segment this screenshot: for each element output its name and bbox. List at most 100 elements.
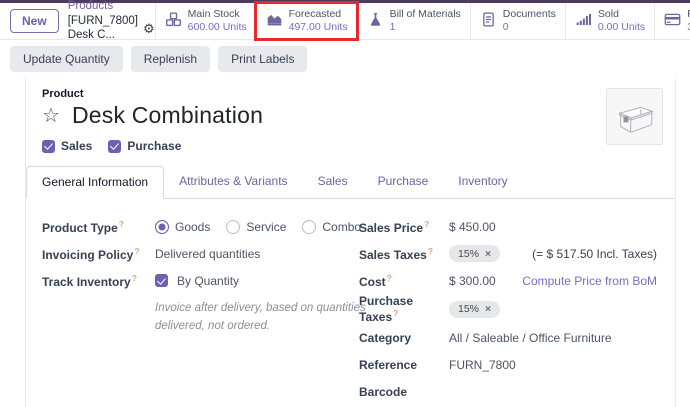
print-labels-button[interactable]: Print Labels xyxy=(218,46,307,72)
stat-main-stock[interactable]: Main Stock 600.00 Units xyxy=(155,3,256,39)
signal-bars-icon xyxy=(575,11,592,31)
invoicing-policy-value[interactable]: Delivered quantities xyxy=(155,247,260,261)
breadcrumb-current: [FURN_7800] Desk C... xyxy=(68,14,138,43)
product-type-row: Product Type? Goods Service Combo xyxy=(42,213,359,240)
help-icon[interactable]: ? xyxy=(428,246,433,256)
replenish-button[interactable]: Replenish xyxy=(131,46,210,72)
product-title[interactable]: Desk Combination xyxy=(72,102,263,129)
stat-label: Forecasted xyxy=(289,8,348,21)
cost-value[interactable]: $ 300.00 xyxy=(449,274,496,288)
help-icon[interactable]: ? xyxy=(119,219,124,229)
help-icon[interactable]: ? xyxy=(393,308,398,318)
purchase-taxes-row: Purchase Taxes? 15%× xyxy=(359,294,659,324)
cost-row: Cost? $ 300.00 Compute Price from BoM xyxy=(359,267,659,294)
reference-value[interactable]: FURN_7800 xyxy=(449,358,516,372)
stat-buttons: Main Stock 600.00 Units Forecasted 497.0… xyxy=(155,3,690,39)
stat-value: 1 xyxy=(390,21,461,34)
radio-dot-icon xyxy=(302,220,316,234)
product-type-label: Product Type? xyxy=(42,219,155,235)
remove-tag-icon[interactable]: × xyxy=(485,248,491,260)
checkbox-checked-icon xyxy=(42,140,55,153)
sales-taxes-label: Sales Taxes? xyxy=(359,246,449,262)
desk-drawing xyxy=(612,94,658,140)
notebook-tabs: General Information Attributes & Variant… xyxy=(26,165,675,199)
update-quantity-button[interactable]: Update Quantity xyxy=(10,46,123,72)
stat-label: Documents xyxy=(503,8,556,21)
purchase-tax-tag[interactable]: 15%× xyxy=(449,301,500,318)
cost-label: Cost? xyxy=(359,273,449,289)
stat-forecasted[interactable]: Forecasted 497.00 Units xyxy=(256,3,357,39)
breadcrumb-products-link[interactable]: Products xyxy=(68,0,155,14)
radio-dot-icon xyxy=(155,220,169,234)
reference-label: Reference xyxy=(359,358,449,372)
stat-value: 497.00 Units xyxy=(289,21,348,34)
barcode-label: Barcode xyxy=(359,385,449,399)
stat-value: 0.00 Units xyxy=(598,21,645,34)
credit-card-icon xyxy=(664,11,681,31)
checkbox-checked-icon xyxy=(108,140,121,153)
stat-label: Bill of Materials xyxy=(390,8,461,21)
radio-goods[interactable]: Goods xyxy=(155,220,210,234)
cubes-icon xyxy=(165,11,182,31)
form-right-column: Sales Price? $ 450.00 Sales Taxes? 15%× … xyxy=(359,213,659,407)
product-image[interactable] xyxy=(606,88,663,145)
reference-row: Reference FURN_7800 xyxy=(359,351,659,378)
track-inventory-checkbox[interactable] xyxy=(155,274,168,287)
stat-sold[interactable]: Sold 0.00 Units xyxy=(565,3,654,39)
product-form-sheet: Product ☆ Desk Combination Sales Purchas… xyxy=(25,78,676,407)
tab-general-information[interactable]: General Information xyxy=(26,166,164,199)
action-toolbar: Update Quantity Replenish Print Labels xyxy=(0,40,690,78)
control-panel: New Products [FURN_7800] Desk C... ⚙ Mai… xyxy=(0,3,690,40)
favorite-star-icon[interactable]: ☆ xyxy=(42,106,60,126)
invoicing-policy-row: Invoicing Policy? Delivered quantities xyxy=(42,240,359,267)
incl-taxes-note: (= $ 517.50 Incl. Taxes) xyxy=(532,247,657,261)
purchase-checkbox-label: Purchase xyxy=(127,139,181,153)
sales-price-value[interactable]: $ 450.00 xyxy=(449,220,496,234)
remove-tag-icon[interactable]: × xyxy=(485,303,491,315)
category-row: Category All / Saleable / Office Furnitu… xyxy=(359,324,659,351)
track-inventory-value[interactable]: By Quantity xyxy=(177,274,239,288)
stat-bill-of-materials[interactable]: Bill of Materials 1 xyxy=(357,3,470,39)
sales-price-row: Sales Price? $ 450.00 xyxy=(359,213,659,240)
help-icon[interactable]: ? xyxy=(424,219,429,229)
stat-value: 0 xyxy=(503,21,556,34)
new-button[interactable]: New xyxy=(10,9,59,33)
help-icon[interactable]: ? xyxy=(134,246,139,256)
sales-price-label: Sales Price? xyxy=(359,219,449,235)
compute-price-from-bom-link[interactable]: Compute Price from BoM xyxy=(522,274,657,288)
sales-tax-tag[interactable]: 15%× xyxy=(449,245,500,262)
stat-purchased[interactable]: Purchased 300.00 Units xyxy=(654,3,690,39)
form-left-column: Product Type? Goods Service Combo Invoic… xyxy=(42,213,359,407)
help-icon[interactable]: ? xyxy=(387,273,392,283)
purchase-taxes-label: Purchase Taxes? xyxy=(359,294,449,324)
track-inventory-row: Track Inventory? By Quantity xyxy=(42,267,359,294)
help-icon[interactable]: ? xyxy=(132,273,137,283)
radio-combo[interactable]: Combo xyxy=(302,220,361,234)
document-icon xyxy=(480,11,497,31)
purchase-checkbox[interactable]: Purchase xyxy=(108,139,181,153)
sales-taxes-row: Sales Taxes? 15%× (= $ 517.50 Incl. Taxe… xyxy=(359,240,659,267)
tab-sales[interactable]: Sales xyxy=(303,166,363,199)
tab-attributes-variants[interactable]: Attributes & Variants xyxy=(164,166,303,199)
settings-gear-icon[interactable]: ⚙ xyxy=(143,22,155,35)
stat-label: Main Stock xyxy=(188,8,247,21)
invoicing-policy-help-text: Invoice after delivery, based on quantit… xyxy=(155,300,370,336)
area-chart-icon xyxy=(266,11,283,31)
product-type-radio-group: Goods Service Combo xyxy=(155,220,361,234)
category-label: Category xyxy=(359,331,449,345)
stat-documents[interactable]: Documents 0 xyxy=(470,3,565,39)
category-value[interactable]: All / Saleable / Office Furniture xyxy=(449,331,612,345)
tab-inventory[interactable]: Inventory xyxy=(443,166,522,199)
sales-checkbox[interactable]: Sales xyxy=(42,139,92,153)
barcode-row: Barcode xyxy=(359,378,659,405)
sales-checkbox-label: Sales xyxy=(61,139,92,153)
radio-service[interactable]: Service xyxy=(226,220,286,234)
stat-label: Sold xyxy=(598,8,645,21)
stat-value: 600.00 Units xyxy=(188,21,247,34)
record-kind-label: Product xyxy=(42,88,659,100)
track-inventory-label: Track Inventory? xyxy=(42,273,155,289)
radio-dot-icon xyxy=(226,220,240,234)
invoicing-policy-label: Invoicing Policy? xyxy=(42,246,155,262)
tab-purchase[interactable]: Purchase xyxy=(363,166,444,199)
breadcrumb: Products [FURN_7800] Desk C... ⚙ xyxy=(68,0,155,43)
